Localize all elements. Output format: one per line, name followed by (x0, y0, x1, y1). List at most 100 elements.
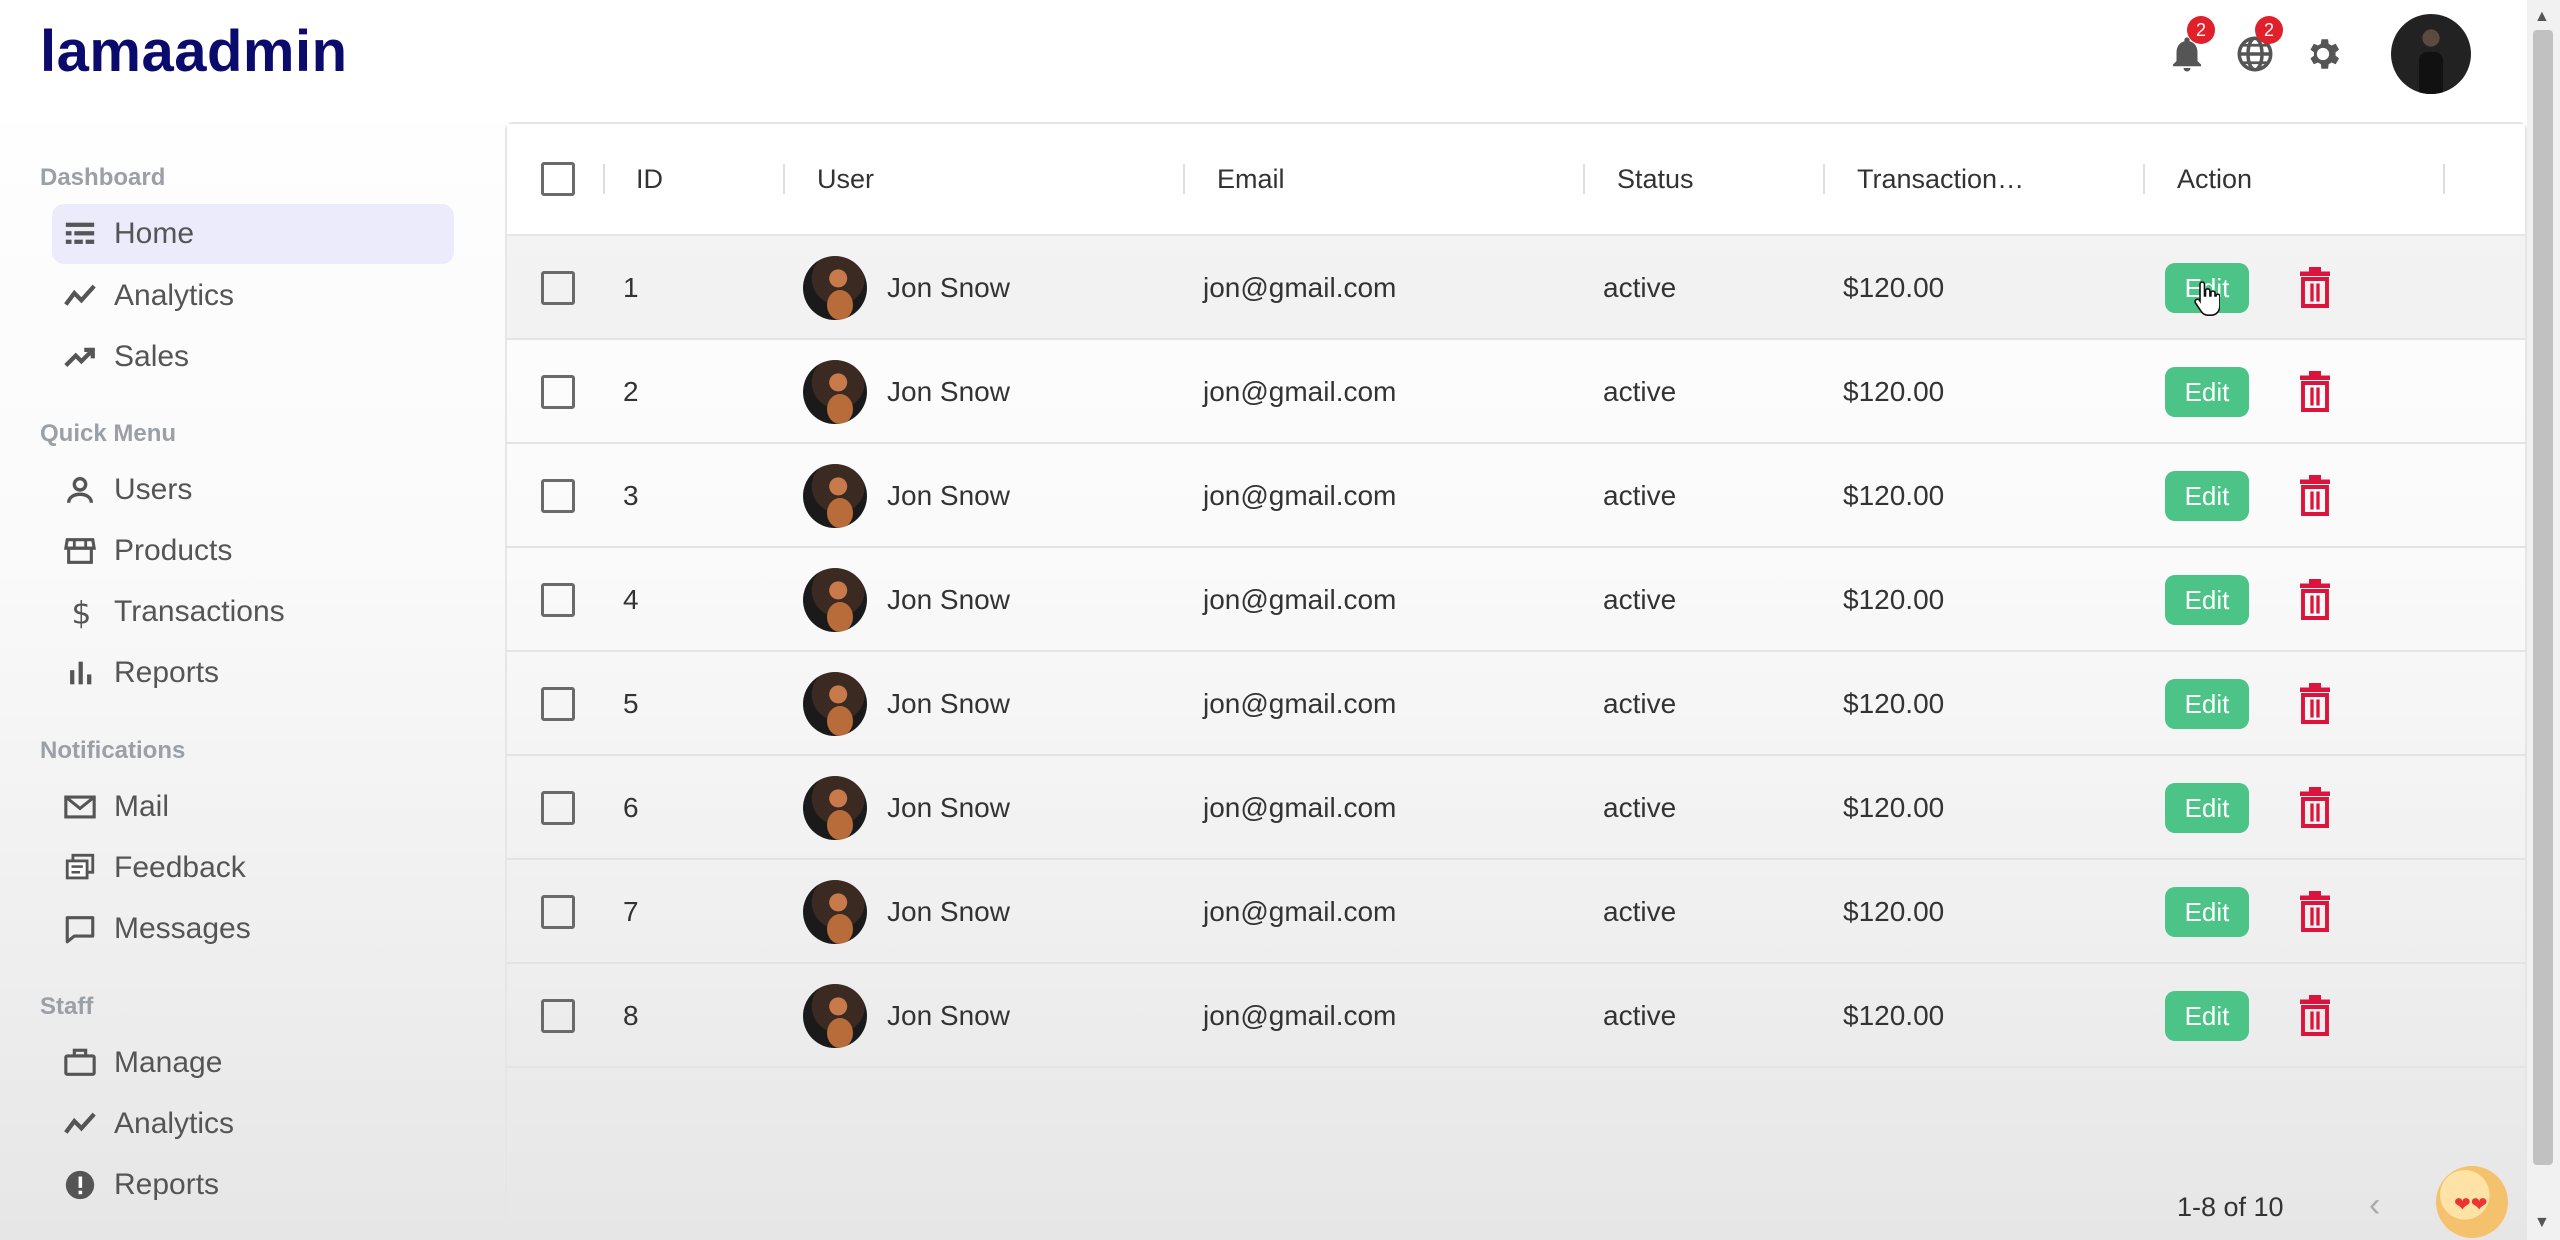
edit-button[interactable]: Edit (2165, 471, 2249, 521)
table-header: ID User Email Status Transaction… Action (507, 124, 2525, 236)
user-avatar (803, 672, 867, 736)
cell-user-text: Jon Snow (887, 272, 1010, 303)
delete-button[interactable] (2295, 994, 2335, 1038)
trash-icon (2300, 371, 2330, 412)
sidebar-item-users[interactable]: Users (52, 460, 454, 520)
edit-button[interactable]: Edit (2165, 783, 2249, 833)
delete-button[interactable] (2295, 266, 2335, 310)
sidebar-item-sales[interactable]: Sales (52, 327, 454, 387)
cell-user: Jon Snow (803, 860, 1010, 964)
scrollbar-thumb[interactable] (2533, 30, 2553, 1165)
cell-status-text: active (1603, 688, 1677, 719)
cell-status-text: active (1603, 376, 1677, 407)
cell-email-text: jon@gmail.com (1203, 480, 1397, 511)
table-row[interactable]: 3 Jon Snow jon@gmail.com active $120.00 … (507, 444, 2525, 548)
column-header-user[interactable]: User (817, 164, 874, 195)
sidebar: Dashboard Home Analytics Sales Quick Men… (0, 122, 505, 1240)
row-checkbox[interactable] (541, 271, 575, 305)
user-avatar[interactable] (2391, 14, 2471, 94)
delete-button[interactable] (2295, 474, 2335, 518)
column-separator[interactable] (1183, 164, 1185, 194)
sidebar-item-analytics[interactable]: Analytics (52, 266, 454, 326)
user-avatar (803, 984, 867, 1048)
column-separator[interactable] (783, 164, 785, 194)
cell-transaction: $120.00 (1843, 548, 1944, 652)
cell-id: 2 (623, 340, 639, 444)
sidebar-item-label: Sales (114, 340, 190, 373)
table-row[interactable]: 4 Jon Snow jon@gmail.com active $120.00 … (507, 548, 2525, 652)
cell-user: Jon Snow (803, 236, 1010, 340)
cell-transaction-text: $120.00 (1843, 792, 1945, 823)
cell-email-text: jon@gmail.com (1203, 376, 1397, 407)
select-all-checkbox[interactable] (541, 162, 575, 196)
app-logo[interactable]: lamaadmin (40, 18, 348, 85)
cell-id: 8 (623, 964, 639, 1068)
sidebar-section-notifications: Notifications (40, 737, 186, 764)
sidebar-item-reports[interactable]: Reports (52, 643, 454, 703)
cell-user-text: Jon Snow (887, 896, 1010, 927)
column-separator[interactable] (2443, 164, 2445, 194)
cell-transaction: $120.00 (1843, 236, 1944, 340)
row-checkbox[interactable] (541, 583, 575, 617)
cell-id-text: 1 (623, 272, 639, 303)
scroll-up-arrow[interactable]: ▲ (2534, 8, 2550, 26)
notifications-button[interactable]: 2 (2163, 16, 2215, 78)
cell-transaction-text: $120.00 (1843, 1000, 1945, 1031)
delete-button[interactable] (2295, 786, 2335, 830)
delete-button[interactable] (2295, 578, 2335, 622)
column-header-email[interactable]: Email (1217, 164, 1285, 195)
column-header-status[interactable]: Status (1617, 164, 1694, 195)
sidebar-item-transactions[interactable]: $ Transactions (52, 582, 454, 642)
sidebar-item-staff-analytics[interactable]: Analytics (52, 1094, 454, 1154)
sidebar-item-home[interactable]: Home (52, 204, 454, 264)
row-checkbox[interactable] (541, 479, 575, 513)
sidebar-section-dashboard: Dashboard (40, 164, 166, 191)
table-row[interactable]: 2 Jon Snow jon@gmail.com active $120.00 … (507, 340, 2525, 444)
delete-button[interactable] (2295, 890, 2335, 934)
row-checkbox[interactable] (541, 687, 575, 721)
row-checkbox[interactable] (541, 791, 575, 825)
table-row[interactable]: 6 Jon Snow jon@gmail.com active $120.00 … (507, 756, 2525, 860)
scroll-down-arrow[interactable]: ▼ (2534, 1214, 2550, 1232)
edit-button[interactable]: Edit (2165, 679, 2249, 729)
language-button[interactable]: 2 (2231, 16, 2283, 78)
column-separator[interactable] (2143, 164, 2145, 194)
column-separator[interactable] (1583, 164, 1585, 194)
column-separator[interactable] (603, 164, 605, 194)
table-row[interactable]: 8 Jon Snow jon@gmail.com active $120.00 … (507, 964, 2525, 1068)
column-separator[interactable] (1823, 164, 1825, 194)
column-header-action[interactable]: Action (2177, 164, 2252, 195)
sidebar-item-manage[interactable]: Manage (52, 1033, 454, 1093)
delete-button[interactable] (2295, 682, 2335, 726)
settings-button[interactable] (2299, 30, 2347, 78)
edit-button[interactable]: Edit (2165, 887, 2249, 937)
edit-button[interactable]: Edit (2165, 575, 2249, 625)
language-badge: 2 (2255, 16, 2283, 44)
sidebar-item-staff-reports[interactable]: Reports (52, 1155, 454, 1215)
cell-transaction: $120.00 (1843, 340, 1944, 444)
delete-button[interactable] (2295, 370, 2335, 414)
sidebar-item-feedback[interactable]: Feedback (52, 838, 454, 898)
table-row[interactable]: 1 Jon Snow jon@gmail.com active $120.00 … (507, 236, 2525, 340)
column-header-transaction[interactable]: Transaction… (1857, 164, 2024, 195)
row-checkbox[interactable] (541, 895, 575, 929)
cell-id-text: 5 (623, 688, 639, 719)
sidebar-item-label: Home (114, 217, 195, 250)
table-row[interactable]: 5 Jon Snow jon@gmail.com active $120.00 … (507, 652, 2525, 756)
sidebar-item-products[interactable]: Products (52, 521, 454, 581)
notifications-badge: 2 (2187, 16, 2215, 44)
table-row[interactable]: 7 Jon Snow jon@gmail.com active $120.00 … (507, 860, 2525, 964)
sidebar-item-mail[interactable]: Mail (52, 777, 454, 837)
sidebar-item-messages[interactable]: Messages (52, 899, 454, 959)
edit-button[interactable]: Edit (2165, 367, 2249, 417)
cell-email: jon@gmail.com (1203, 444, 1396, 548)
edit-button[interactable]: Edit (2165, 991, 2249, 1041)
previous-page-button[interactable]: ‹ (2369, 1186, 2380, 1225)
column-header-id[interactable]: ID (636, 164, 663, 195)
row-checkbox[interactable] (541, 999, 575, 1033)
cell-user: Jon Snow (803, 444, 1010, 548)
cell-transaction-text: $120.00 (1843, 376, 1945, 407)
trending-up-icon (62, 339, 98, 375)
row-checkbox[interactable] (541, 375, 575, 409)
floating-chat-widget[interactable] (2436, 1166, 2508, 1238)
